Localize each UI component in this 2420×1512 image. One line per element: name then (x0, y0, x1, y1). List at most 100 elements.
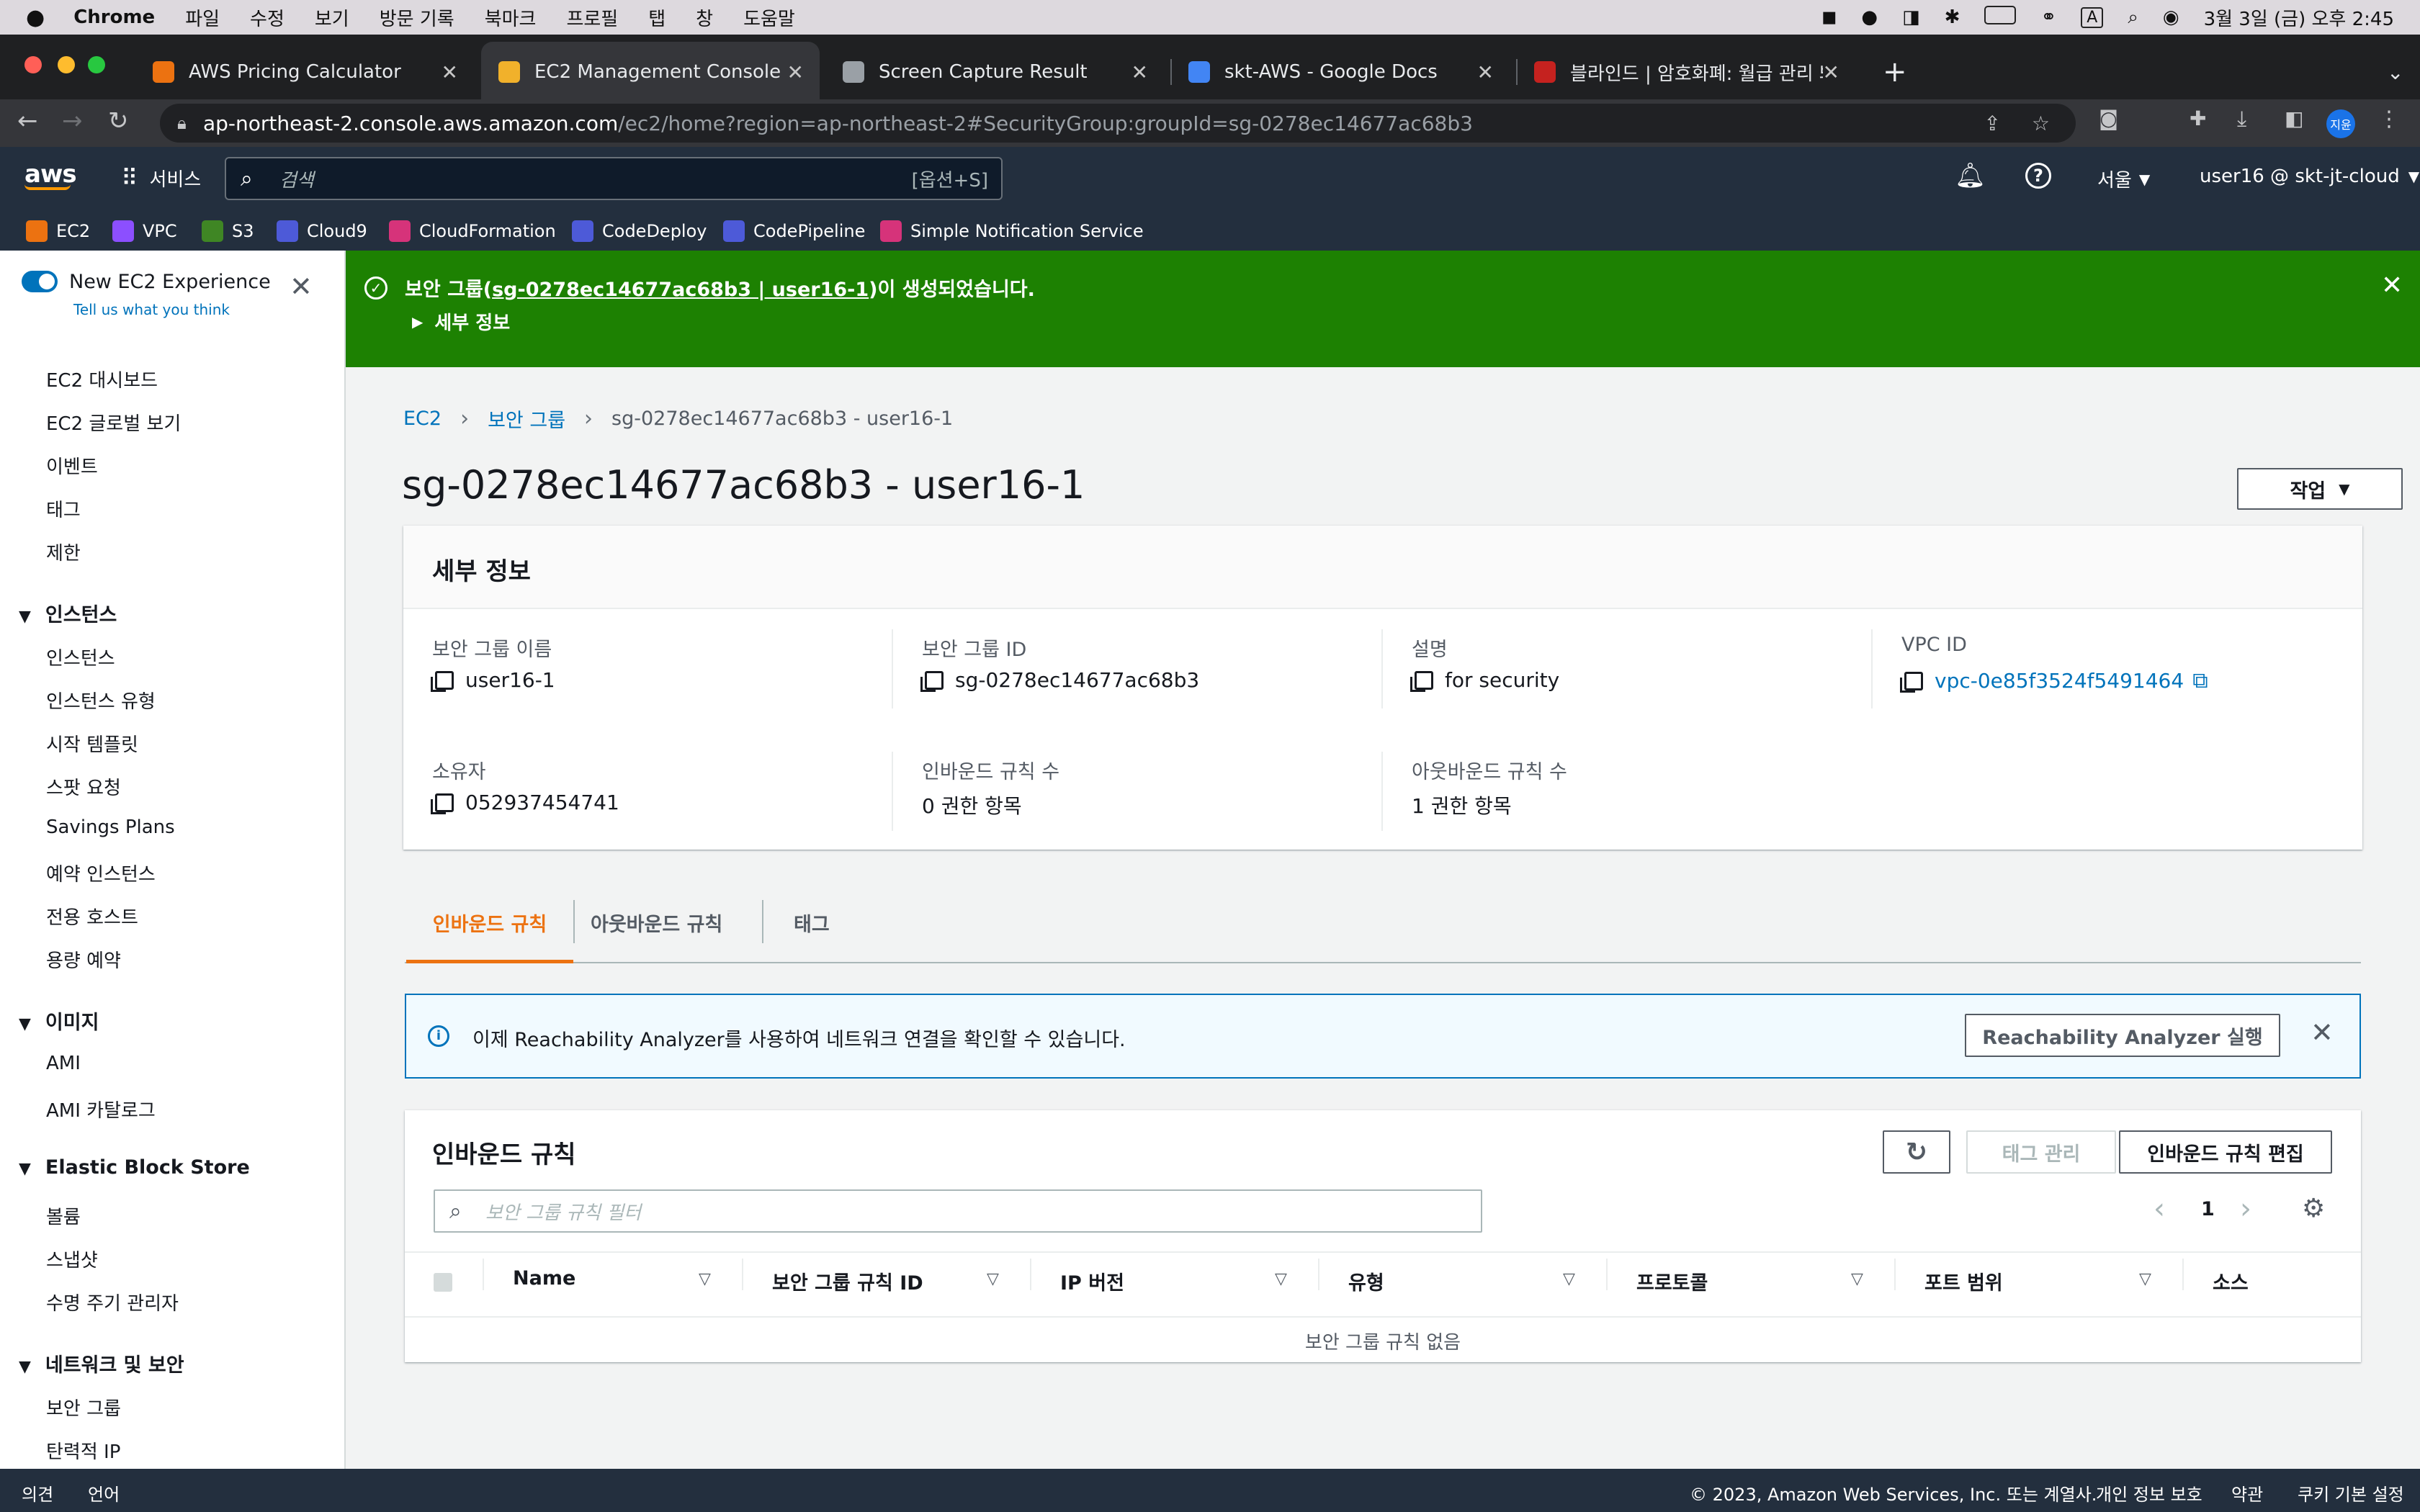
sidebar-item-instance-types[interactable]: 인스턴스 유형 (46, 687, 156, 714)
close-icon[interactable]: ✕ (787, 60, 804, 84)
sort-icon[interactable]: ▽ (1851, 1270, 1863, 1288)
spotlight-icon[interactable]: ⌕ (2128, 6, 2138, 29)
new-experience-toggle[interactable] (22, 271, 58, 292)
fav-vpc[interactable]: VPC (112, 220, 177, 242)
fav-s3[interactable]: S3 (202, 220, 254, 242)
sidebar-section-ebs[interactable]: ▼ Elastic Block Store (19, 1156, 250, 1179)
back-icon[interactable]: ← (17, 107, 38, 135)
new-tab-button[interactable]: + (1865, 42, 1924, 102)
apple-icon[interactable]: ● (26, 5, 45, 30)
sidebar-item-limits[interactable]: 제한 (46, 539, 81, 565)
vpc-id-link[interactable]: vpc-0e85f3524f5491464 (1935, 669, 2184, 693)
menu-file[interactable]: 파일 (185, 4, 220, 31)
refresh-button[interactable]: ↻ (1883, 1130, 1950, 1174)
copy-icon[interactable] (1900, 671, 1923, 693)
sidebar-item-launch-templates[interactable]: 시작 템플릿 (46, 730, 138, 757)
edit-inbound-rules-button[interactable]: 인바운드 규칙 편집 (2119, 1130, 2332, 1174)
actions-button[interactable]: 작업 ▼ (2237, 468, 2403, 510)
aws-logo[interactable]: aws (24, 160, 77, 190)
bookmark-star-icon[interactable]: ☆ (2032, 112, 2050, 135)
reachability-analyzer-button[interactable]: Reachability Analyzer 실행 (1965, 1014, 2280, 1057)
sidebar-item-ami-catalog[interactable]: AMI 카탈로그 (46, 1096, 156, 1122)
prev-page-icon[interactable]: ‹ (2154, 1192, 2165, 1225)
tab-screen-capture[interactable]: Screen Capture Result ✕ (825, 42, 1164, 102)
tab-ec2-console[interactable]: EC2 Management Console ✕ (481, 42, 820, 102)
sort-icon[interactable]: ▽ (1563, 1270, 1575, 1288)
menu-tab[interactable]: 탭 (648, 4, 666, 31)
sidebar-item-spot-requests[interactable]: 스팟 요청 (46, 773, 121, 800)
tab-outbound-rules[interactable]: 아웃바운드 규칙 (591, 909, 722, 937)
flash-sg-link[interactable]: sg-0278ec14677ac68b3 | user16-1 (492, 279, 869, 301)
sidebar-item-volumes[interactable]: 볼륨 (46, 1202, 81, 1229)
info-close-icon[interactable]: ✕ (2311, 1017, 2334, 1048)
menu-bookmarks[interactable]: 북마크 (485, 4, 537, 31)
close-icon[interactable]: ✕ (1477, 60, 1494, 84)
status-b-icon[interactable]: ◨ (1902, 6, 1920, 28)
forward-icon[interactable]: → (62, 107, 83, 135)
fav-codedeploy[interactable]: CodeDeploy (572, 220, 707, 242)
menu-view[interactable]: 보기 (315, 4, 349, 31)
tab-google-docs[interactable]: skt-AWS - Google Docs ✕ (1171, 42, 1510, 102)
external-link-icon[interactable]: ⧉ (2192, 668, 2208, 693)
copy-icon[interactable] (431, 793, 454, 814)
fav-cloudformation[interactable]: CloudFormation (389, 220, 556, 242)
fav-cloud9[interactable]: Cloud9 (277, 220, 367, 242)
sidebar-item-tags[interactable]: 태그 (46, 495, 81, 522)
sort-icon[interactable]: ▽ (1275, 1270, 1287, 1288)
services-menu[interactable]: ⠿ 서비스 (121, 164, 201, 192)
sidebar-item-global-view[interactable]: EC2 글로벌 보기 (46, 409, 181, 436)
profile-avatar[interactable]: 지윤 (2326, 109, 2355, 138)
menu-edit[interactable]: 수정 (250, 4, 284, 31)
col-ip-version[interactable]: IP 버전 (1060, 1267, 1124, 1295)
flash-close-icon[interactable]: ✕ (2381, 271, 2403, 300)
console-search-input[interactable]: ⌕ 검색 [옵션+S] (225, 157, 1003, 200)
menu-history[interactable]: 방문 기록 (380, 4, 454, 31)
copy-icon[interactable] (431, 670, 454, 692)
region-selector[interactable]: 서울 ▼ (2097, 166, 2150, 192)
breadcrumb-ec2[interactable]: EC2 (403, 408, 442, 430)
sort-icon[interactable]: ▽ (987, 1270, 999, 1288)
download-icon[interactable]: ⤓ (2237, 107, 2246, 132)
footer-cookies[interactable]: 쿠키 기본 설정 (2298, 1480, 2404, 1506)
control-center-icon[interactable]: ◉ (2163, 6, 2179, 28)
col-type[interactable]: 유형 (1348, 1267, 1384, 1295)
sort-icon[interactable]: ▽ (2139, 1270, 2151, 1288)
col-port-range[interactable]: 포트 범위 (1924, 1267, 2003, 1295)
battery-icon[interactable] (1984, 5, 2017, 30)
col-protocol[interactable]: 프로토콜 (1636, 1267, 1708, 1295)
sidebar-section-instances[interactable]: ▼ 인스턴스 (19, 599, 117, 627)
chrome-menu-icon[interactable]: ⋮ (2378, 107, 2400, 132)
flash-details-toggle[interactable]: ▶ 세부 정보 (412, 308, 510, 335)
sidebar-item-elastic-ips[interactable]: 탄력적 IP (46, 1437, 120, 1464)
menu-app[interactable]: Chrome (73, 6, 155, 28)
tab-blind[interactable]: 블라인드 | 암호화폐: 월급 관리 봐주세요 ✕ (1517, 42, 1855, 102)
sidebar-item-dedicated-hosts[interactable]: 전용 호스트 (46, 903, 138, 930)
fav-sns[interactable]: Simple Notification Service (880, 220, 1144, 242)
reload-icon[interactable]: ↻ (108, 107, 129, 135)
bluetooth-icon[interactable]: ✱ (1945, 6, 1960, 28)
sidebar-item-capacity-reservations[interactable]: 용량 예약 (46, 946, 121, 973)
footer-terms[interactable]: 약관 (2231, 1480, 2263, 1506)
footer-feedback[interactable]: 의견 (22, 1480, 53, 1506)
sidebar-section-images[interactable]: ▼ 이미지 (19, 1007, 99, 1035)
col-name[interactable]: Name (513, 1267, 575, 1290)
tab-list-chevron-icon[interactable]: ⌄ (2370, 42, 2420, 102)
sidebar-item-reserved-instances[interactable]: 예약 인스턴스 (46, 860, 156, 886)
tab-inbound-rules[interactable]: 인바운드 규칙 (406, 900, 573, 963)
sidebar-item-lifecycle-manager[interactable]: 수명 주기 관리자 (46, 1289, 179, 1315)
footer-language[interactable]: 언어 (88, 1480, 120, 1506)
close-icon[interactable]: ✕ (1131, 60, 1148, 84)
feedback-link[interactable]: Tell us what you think (73, 301, 230, 318)
col-rule-id[interactable]: 보안 그룹 규칙 ID (772, 1267, 923, 1295)
help-icon[interactable]: ? (2025, 163, 2051, 189)
settings-gear-icon[interactable]: ⚙ (2302, 1194, 2325, 1223)
camera-extension-icon[interactable]: ◙ (2099, 107, 2118, 130)
sidebar-item-instances[interactable]: 인스턴스 (46, 644, 115, 670)
address-bar[interactable]: 🔒︎ ap-northeast-2.console.aws.amazon.com… (160, 104, 2076, 143)
sidebar-item-security-groups[interactable]: 보안 그룹 (46, 1394, 121, 1421)
sidebar-item-snapshots[interactable]: 스냅샷 (46, 1246, 98, 1272)
notifications-icon[interactable]: 🔔︎ (1955, 161, 1986, 190)
select-all-checkbox[interactable] (434, 1273, 452, 1292)
breadcrumb-security-groups[interactable]: 보안 그룹 (488, 405, 565, 433)
col-source[interactable]: 소스 (2213, 1267, 2249, 1295)
